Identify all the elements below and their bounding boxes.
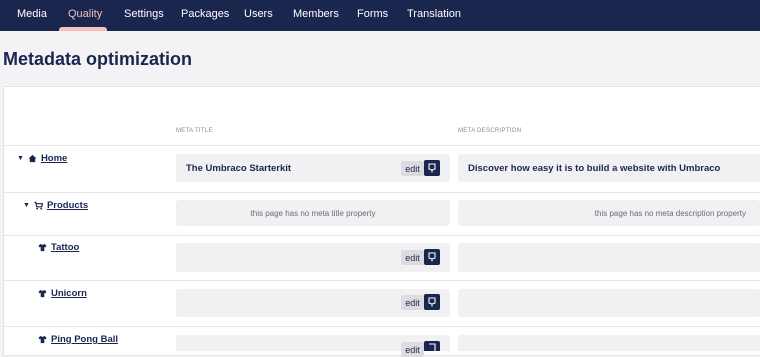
node-link-tattoo[interactable]: Tattoo — [51, 242, 79, 253]
meta-title-cell: edit — [176, 243, 450, 272]
table-row: Unicorn — [38, 288, 87, 299]
flag-icon — [428, 163, 436, 173]
table-row: ▼ Home — [17, 153, 67, 164]
meta-description-cell — [458, 289, 760, 317]
nav-translation[interactable]: Translation — [407, 0, 461, 31]
edit-button[interactable]: edit — [401, 342, 424, 357]
active-tab-indicator — [59, 27, 107, 31]
row-divider — [3, 326, 760, 327]
flag-button[interactable] — [424, 249, 440, 265]
flag-icon — [429, 343, 436, 351]
flag-button[interactable] — [424, 341, 440, 351]
node-link-unicorn[interactable]: Unicorn — [51, 288, 87, 299]
node-link-products[interactable]: Products — [47, 200, 88, 211]
flag-icon — [428, 297, 436, 307]
meta-title-cell: this page has no meta title property — [176, 200, 450, 226]
meta-title-cell: The Umbraco Starterkit edit — [176, 154, 450, 182]
shirt-icon — [38, 289, 47, 298]
nav-settings[interactable]: Settings — [124, 0, 164, 31]
meta-title-value: The Umbraco Starterkit — [186, 162, 292, 174]
node-link-home[interactable]: Home — [41, 153, 67, 164]
empty-meta-title-message: this page has no meta title property — [250, 208, 376, 218]
row-divider — [3, 192, 760, 193]
shirt-icon — [38, 243, 47, 252]
edit-button[interactable]: edit — [401, 250, 424, 265]
cart-icon — [34, 201, 43, 210]
row-divider — [3, 235, 760, 236]
meta-title-cell: edit — [176, 289, 450, 317]
flag-button[interactable] — [424, 160, 440, 176]
top-navigation: Media Quality Settings Packages Users Me… — [0, 0, 760, 31]
home-icon — [28, 154, 37, 163]
column-header-meta-title: META TITLE — [176, 128, 213, 134]
meta-description-cell — [458, 335, 760, 351]
caret-down-icon[interactable]: ▼ — [17, 155, 24, 162]
edit-button[interactable]: edit — [401, 161, 424, 176]
edit-button[interactable]: edit — [401, 295, 424, 310]
caret-down-icon[interactable]: ▼ — [23, 202, 30, 209]
table-row: ▼ Products — [23, 200, 88, 211]
page-title: Metadata optimization — [3, 49, 193, 69]
meta-description-cell — [458, 243, 760, 272]
flag-button[interactable] — [424, 294, 440, 310]
nav-members[interactable]: Members — [293, 0, 339, 31]
table-row: Tattoo — [38, 242, 79, 253]
table-row: Ping Pong Ball — [38, 334, 118, 345]
meta-title-cell: edit — [176, 335, 450, 357]
meta-description-cell: this page has no meta description proper… — [458, 200, 760, 226]
node-link-ping-pong-ball[interactable]: Ping Pong Ball — [51, 334, 118, 345]
flag-icon — [428, 252, 436, 262]
empty-meta-description-message: this page has no meta description proper… — [594, 208, 746, 218]
nav-packages[interactable]: Packages — [181, 0, 229, 31]
row-divider — [3, 280, 760, 281]
nav-forms[interactable]: Forms — [357, 0, 388, 31]
column-header-meta-description: META DESCRIPTION — [458, 128, 522, 134]
meta-description-value: Discover how easy it is to build a websi… — [468, 162, 721, 174]
nav-users[interactable]: Users — [244, 0, 273, 31]
nav-media[interactable]: Media — [17, 0, 47, 31]
row-divider — [3, 145, 760, 146]
shirt-icon — [38, 335, 47, 344]
meta-description-cell: Discover how easy it is to build a websi… — [458, 154, 760, 182]
